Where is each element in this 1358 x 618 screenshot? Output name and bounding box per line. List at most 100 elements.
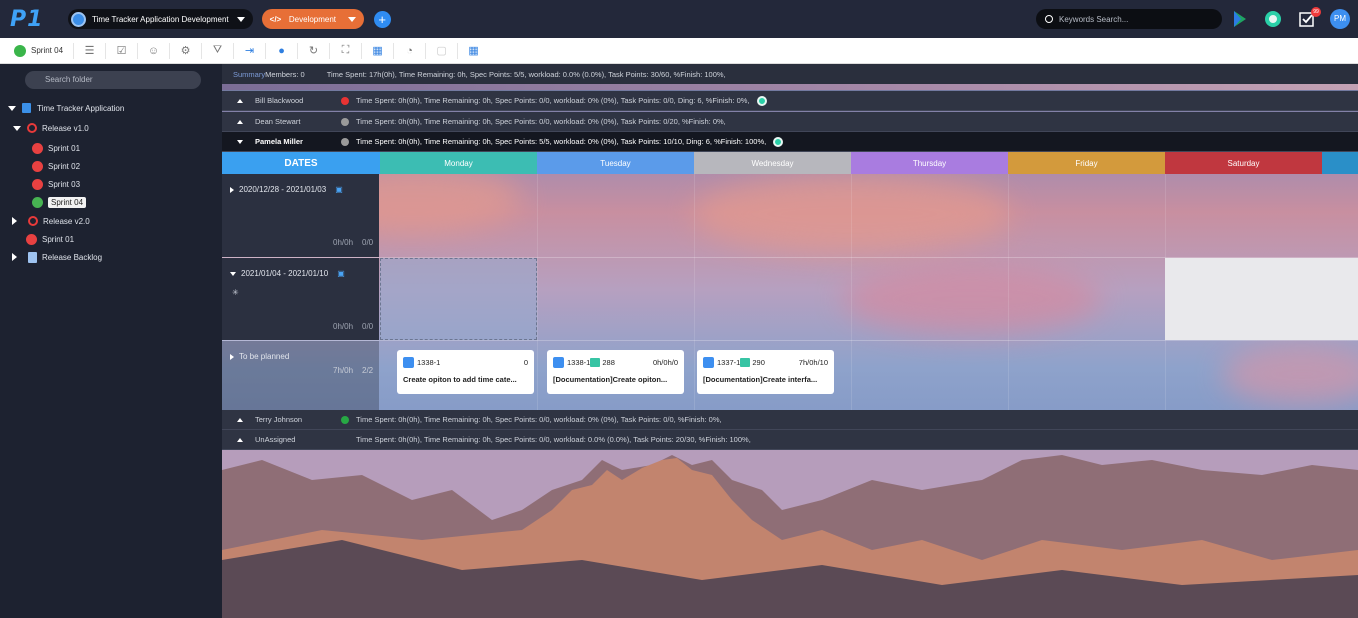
top-bar: P1 Time Tracker Application Development … — [0, 0, 1358, 38]
week-count: 0/0 — [362, 238, 374, 247]
to-be-planned-label: To be planned — [239, 352, 290, 361]
keyword-search-input[interactable]: Keywords Search... — [1036, 9, 1222, 29]
calendar-icon[interactable]: ▦ — [361, 42, 383, 59]
selected-day-cell[interactable] — [380, 258, 537, 340]
expand-icon[interactable] — [230, 186, 234, 193]
search-icon — [1045, 15, 1053, 23]
task-type-icon — [553, 357, 564, 368]
list-icon[interactable]: ☰ — [73, 42, 95, 59]
add-button[interactable]: + — [373, 10, 391, 28]
fullscreen-icon[interactable]: ⛶ — [329, 42, 351, 59]
saturday-cell[interactable] — [1165, 258, 1358, 340]
day-header-sunday — [1322, 152, 1358, 174]
tree-item-release-v2-sprint-01[interactable]: Sprint 01 — [26, 231, 74, 247]
summary-label[interactable]: Summary — [233, 70, 265, 79]
project-icon — [71, 11, 86, 27]
member-name: Bill Blackwood — [255, 96, 304, 105]
summary-members: Members: 0 — [265, 69, 305, 79]
member-row[interactable]: Pamela Miller Time Spent: 0h(0h), Time R… — [222, 132, 1358, 152]
status-dot — [341, 96, 349, 105]
expand-icon[interactable] — [237, 139, 243, 144]
sprint-icon — [32, 142, 43, 154]
collapse-icon[interactable] — [237, 417, 243, 422]
expand-icon[interactable] — [230, 353, 234, 360]
tree-label: Sprint 02 — [48, 161, 81, 171]
refresh-icon[interactable]: ↻ — [297, 42, 319, 59]
calendar-header: DATES Monday Tuesday Wednesday Thursday … — [222, 152, 1358, 174]
wallpaper-mountains — [222, 450, 1358, 618]
day-header-tuesday: Tuesday — [537, 152, 694, 174]
task-doc-id: 288 — [602, 358, 615, 367]
users-icon[interactable]: ☺ — [137, 42, 159, 59]
globe-icon[interactable]: ● — [265, 42, 287, 59]
sidebar: Search folder Time Tracker Application R… — [0, 64, 222, 618]
sprint-label: Sprint 04 — [31, 46, 64, 55]
branch-selector[interactable]: </> Development — [261, 9, 364, 29]
filter-icon[interactable]: ⛛ — [201, 42, 223, 59]
chevron-down-icon — [347, 16, 356, 22]
member-stats: Time Spent: 0h(0h), Time Remaining: 0h, … — [356, 415, 722, 424]
member-row[interactable]: Bill Blackwood Time Spent: 0h(0h), Time … — [222, 91, 1358, 111]
member-row[interactable]: Dean Stewart Time Spent: 0h(0h), Time Re… — [222, 112, 1358, 132]
planned-totals: 7h/0h — [333, 366, 354, 375]
task-card[interactable]: 1337-1 290 7h/0h/10 [Documentation]Creat… — [697, 350, 834, 394]
folder-search-input[interactable]: Search folder — [25, 71, 201, 89]
member-name: Pamela Miller — [255, 137, 303, 146]
task-card[interactable]: 1338-1 288 0h/0h/0 [Documentation]Create… — [547, 350, 684, 394]
tree-item-sprint-02[interactable]: Sprint 02 — [32, 158, 80, 174]
member-stats: Time Spent: 0h(0h), Time Remaining: 0h, … — [356, 96, 750, 105]
week-totals: 0h/0h — [333, 322, 354, 331]
tree-label: Sprint 01 — [48, 143, 81, 153]
member-name: UnAssigned — [255, 435, 296, 444]
week-range: 2020/12/28 - 2021/01/03 — [239, 185, 327, 194]
code-icon: </> — [269, 14, 282, 24]
member-row[interactable]: UnAssigned Time Spent: 0h(0h), Time Rema… — [222, 430, 1358, 450]
tree-item-release-backlog[interactable]: Release Backlog — [12, 249, 102, 265]
day-header-wednesday: Wednesday — [694, 152, 851, 174]
collapse-icon[interactable] — [237, 98, 243, 103]
app-logo[interactable]: P1 — [10, 7, 58, 32]
member-stats: Time Spent: 0h(0h), Time Remaining: 0h, … — [356, 117, 726, 126]
task-id: 1338-1 — [567, 358, 591, 367]
tree-item-release-v2[interactable]: Release v2.0 — [12, 213, 90, 229]
status-dot — [341, 415, 349, 424]
settings-icon[interactable]: ⚙ — [169, 42, 191, 59]
status-ring-icon[interactable] — [1264, 10, 1282, 28]
tree-item-sprint-03[interactable]: Sprint 03 — [32, 176, 80, 192]
tree-item-sprint-04[interactable]: Sprint 04 — [32, 194, 87, 210]
release-icon — [27, 123, 37, 133]
pie-chart-icon[interactable]: ◔ — [393, 42, 415, 59]
export-icon[interactable]: ⇥ — [233, 42, 255, 59]
user-avatar[interactable]: PM — [1330, 9, 1350, 29]
week-calendar-icon[interactable]: ▣ — [335, 185, 343, 194]
tree-label: Release v2.0 — [43, 216, 90, 226]
cube-icon — [22, 103, 31, 113]
tree-item-sprint-01[interactable]: Sprint 01 — [32, 140, 80, 156]
member-row[interactable]: Terry Johnson Time Spent: 0h(0h), Time R… — [222, 410, 1358, 430]
project-selector[interactable]: Time Tracker Application Development — [68, 9, 253, 29]
week-row-2: 2021/01/04 - 2021/01/10 ▣ ✳ 0h/0h 0/0 — [222, 258, 379, 340]
status-ring-icon — [773, 136, 784, 147]
week-totals: 0h/0h — [333, 238, 354, 247]
collapse-icon[interactable] — [237, 437, 243, 442]
main-panel: Summary Members: 0 Time Spent: 17h(0h), … — [222, 64, 1358, 618]
sprint-icon — [32, 196, 43, 208]
play-store-icon[interactable] — [1231, 10, 1249, 28]
grid-view-icon[interactable]: ▦ — [457, 42, 479, 59]
tree-item-release-v1[interactable]: Release v1.0 — [13, 120, 89, 136]
collapse-icon[interactable] — [237, 119, 243, 124]
document-icon — [740, 358, 751, 367]
tree-item-project[interactable]: Time Tracker Application — [8, 100, 124, 116]
checklist-icon[interactable]: ☑ — [105, 42, 127, 59]
chevron-down-icon — [236, 16, 245, 22]
task-title: [Documentation]Create interfa... — [703, 375, 818, 384]
task-card[interactable]: 1338-1 0 Create opiton to add time cate.… — [397, 350, 534, 394]
dates-header: DATES — [222, 152, 380, 174]
task-type-icon — [403, 357, 414, 368]
sprint-selector[interactable]: Sprint 04 — [14, 44, 64, 57]
blank-view-icon[interactable]: ▢ — [425, 42, 447, 59]
task-value: 0h/0h/0 — [652, 358, 678, 367]
sprint-icon — [26, 233, 37, 245]
week-calendar-icon[interactable]: ▣ — [337, 269, 345, 278]
collapse-icon[interactable] — [230, 271, 236, 276]
